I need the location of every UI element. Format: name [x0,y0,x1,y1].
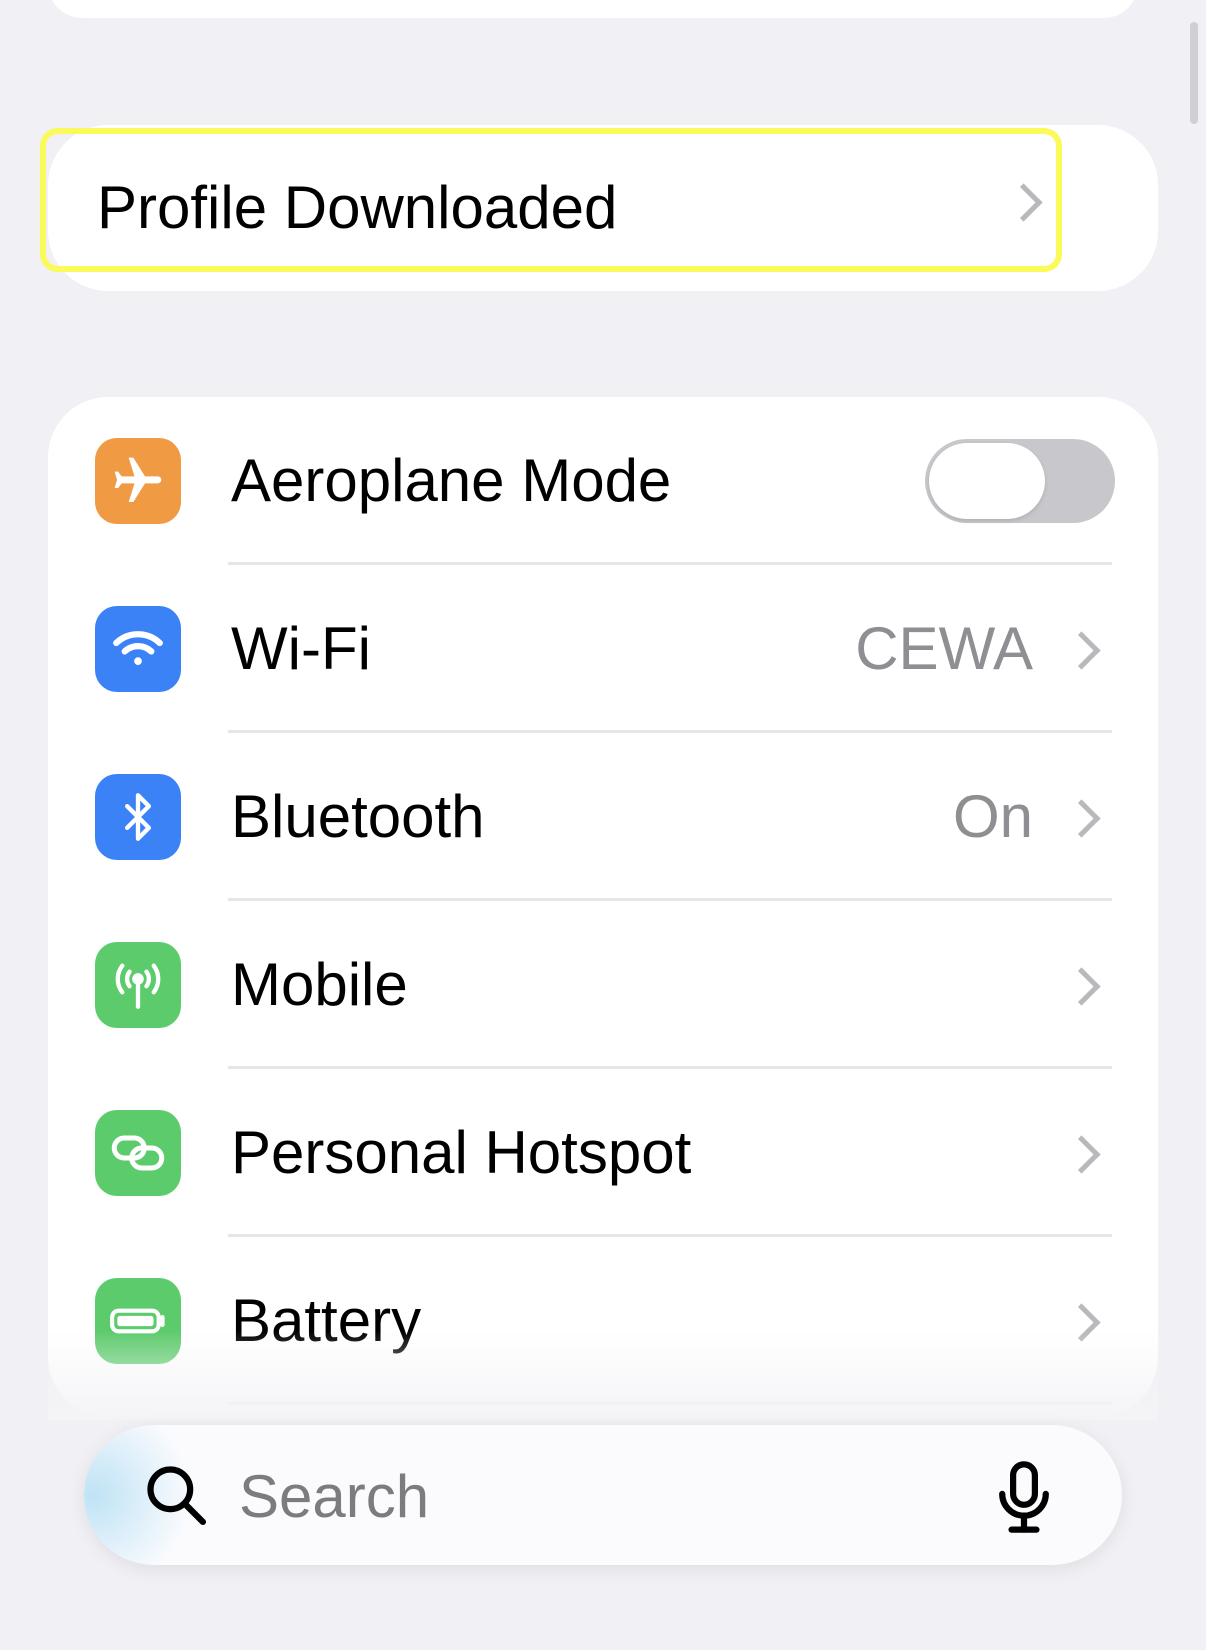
search-icon [147,1466,207,1526]
bluetooth-status-value: On [952,783,1033,850]
wifi-network-value: CEWA [855,615,1033,682]
chevron-right-icon [1062,799,1101,838]
toggle-knob [929,443,1045,519]
antenna-icon [95,942,181,1028]
profile-downloaded-label: Profile Downloaded [97,174,618,241]
search-bar[interactable]: Search [84,1425,1122,1565]
personal-hotspot-label: Personal Hotspot [231,1119,692,1186]
previous-section-card [48,0,1138,18]
scroll-fade [48,1330,1158,1420]
wifi-row[interactable]: Wi-Fi CEWA [48,565,1158,733]
airplane-icon [95,438,181,524]
scrollbar[interactable] [1190,22,1198,124]
link-icon [95,1110,181,1196]
bluetooth-label: Bluetooth [231,783,485,850]
personal-hotspot-row[interactable]: Personal Hotspot [48,1069,1158,1237]
aeroplane-mode-label: Aeroplane Mode [231,447,672,514]
bluetooth-row[interactable]: Bluetooth On [48,733,1158,901]
mobile-row[interactable]: Mobile [48,901,1158,1069]
aeroplane-mode-toggle[interactable] [925,439,1115,523]
wifi-icon [95,606,181,692]
chevron-right-icon [1062,967,1101,1006]
connectivity-settings-group: Aeroplane Mode Wi-Fi CEWA Bluetooth On M… [48,397,1158,1417]
chevron-right-icon [1004,183,1043,222]
chevron-right-icon [1062,1135,1101,1174]
aeroplane-mode-row[interactable]: Aeroplane Mode [48,397,1158,565]
bluetooth-icon [95,774,181,860]
wifi-label: Wi-Fi [231,615,371,682]
microphone-icon[interactable] [996,1459,1052,1535]
mobile-label: Mobile [231,951,408,1018]
chevron-right-icon [1062,631,1101,670]
search-input[interactable]: Search [239,1467,429,1527]
